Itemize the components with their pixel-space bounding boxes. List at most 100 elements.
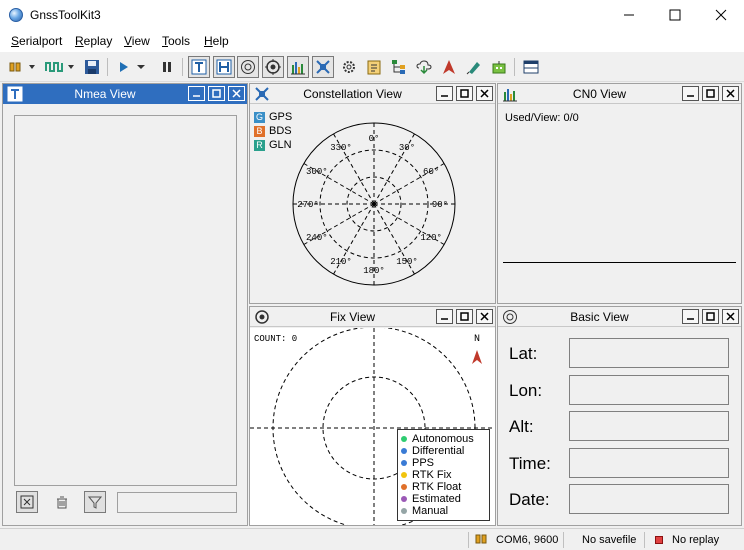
panel-maximize-button[interactable] [456,86,473,101]
replay-stop-icon [655,536,663,544]
panel-minimize-button[interactable] [436,309,453,324]
robot-icon[interactable] [488,56,510,78]
panel-close-button[interactable] [476,86,493,101]
close-button[interactable] [698,0,744,30]
lon-field [569,375,729,405]
satellite-icon [254,86,270,102]
cn0-view-titlebar: CN0 View [498,84,741,104]
constellation-legend: G GPS B BDS R GLN [254,110,292,152]
sky-angle-label: 120° [420,233,442,243]
status-savefile: No savefile [582,534,637,546]
cn0-baseline [503,262,736,263]
panel-maximize-button[interactable] [702,309,719,324]
tree-structure-icon[interactable] [388,56,410,78]
minimize-button[interactable] [606,0,652,30]
menu-view[interactable]: View [124,34,150,48]
trash-icon[interactable] [51,491,73,513]
sky-angle-label: 180° [363,266,385,276]
fix-target-icon[interactable] [262,56,284,78]
menu-replay[interactable]: Replay [75,34,112,48]
maximize-button[interactable] [652,0,698,30]
title-bar: GnssToolKit3 [0,0,744,30]
constellation-view-title: Constellation View [303,87,402,101]
serial-port-icon [475,533,491,548]
sky-angle-label: 240° [306,233,328,243]
nmea-text-icon [7,86,23,102]
fix-count: COUNT: 0 [254,334,298,344]
panel-minimize-button[interactable] [682,309,699,324]
legend-rtk-float: RTK Float [398,481,489,493]
panel-minimize-button[interactable] [188,86,205,101]
sky-angle-label: 210° [330,257,352,267]
toolbar [0,52,744,82]
fix-legend: Autonomous Differential PPS RTK Fix RTK … [397,429,490,521]
sky-angle-label: 300° [306,167,328,177]
signal-wave-button[interactable] [43,56,79,78]
status-bar: COM6, 9600 No savefile No replay [0,528,744,550]
app-globe-icon [9,8,23,22]
replay-dropdown-icon[interactable] [130,56,152,78]
sky-angle-label: 270° [297,200,319,210]
fix-view-title: Fix View [329,310,376,324]
basic-view-panel: Basic View Lat: Lon: Alt: Time: Date: [497,306,742,526]
sky-angle-label: 30° [399,143,415,153]
cloud-download-icon[interactable] [413,56,435,78]
clipboard-icon[interactable] [363,56,385,78]
legend-differential: Differential [398,445,489,457]
menu-tools[interactable]: Tools [162,34,190,48]
constellation-view-titlebar: Constellation View [250,84,495,104]
legend-gln: R GLN [254,138,292,152]
legend-gps: G GPS [254,110,292,124]
north-label: N [474,334,481,345]
nmea-text-area[interactable] [14,115,237,486]
panel-minimize-button[interactable] [436,86,453,101]
save-icon[interactable] [81,56,103,78]
cn0-view-title: CN0 View [572,87,627,101]
lat-label: Lat: [509,344,538,363]
serial-connect-button[interactable] [7,56,39,78]
nmea-filter-input[interactable] [117,492,237,513]
layout-window-icon[interactable] [520,56,542,78]
fix-view-titlebar: Fix View [250,307,495,327]
legend-pps: PPS [398,457,489,469]
compass-icon[interactable] [237,56,259,78]
gln-badge: R [254,139,265,151]
panel-maximize-button[interactable] [456,309,473,324]
panel-minimize-button[interactable] [682,86,699,101]
arrow-navigation-icon[interactable] [438,56,460,78]
sky-angle-label: 0° [369,134,380,144]
panel-close-button[interactable] [476,309,493,324]
filter-icon[interactable] [84,491,106,513]
time-label: Time: [509,454,551,473]
menu-serialport[interactable]: Serialport [11,34,62,48]
bds-badge: B [254,125,265,137]
cn0-bar-chart-icon[interactable] [287,56,309,78]
panel-maximize-button[interactable] [702,86,719,101]
lon-label: Lon: [509,381,543,400]
hex-view-icon[interactable] [213,56,235,78]
panel-close-button[interactable] [722,86,739,101]
sky-angle-label: 330° [330,143,352,153]
status-replay: No replay [672,534,720,546]
sky-angle-label: 150° [396,257,418,267]
constellation-satellite-icon[interactable] [312,56,334,78]
gps-badge: G [254,111,265,123]
date-field [569,484,729,514]
nmea-view-title: Nmea View [74,87,136,101]
panel-close-button[interactable] [722,309,739,324]
menu-help[interactable]: Help [204,34,229,48]
settings-gear-icon[interactable] [338,56,360,78]
panel-maximize-button[interactable] [208,86,225,101]
pen-tool-icon[interactable] [463,56,485,78]
time-field [569,448,729,478]
nmea-text-view-icon[interactable] [188,56,210,78]
north-arrow-icon [472,350,482,364]
sky-plot: 0° 30° 60° 90° 120° 150° 180° 210° 240° 270° 300° 3… [292,122,456,286]
compass-icon [502,309,518,325]
alt-label: Alt: [509,417,534,436]
nmea-pause-scroll-button[interactable] [16,491,38,513]
nmea-view-titlebar: Nmea View [3,84,247,104]
target-icon [254,309,270,325]
pause-icon[interactable] [156,56,178,78]
panel-close-button[interactable] [228,86,245,101]
